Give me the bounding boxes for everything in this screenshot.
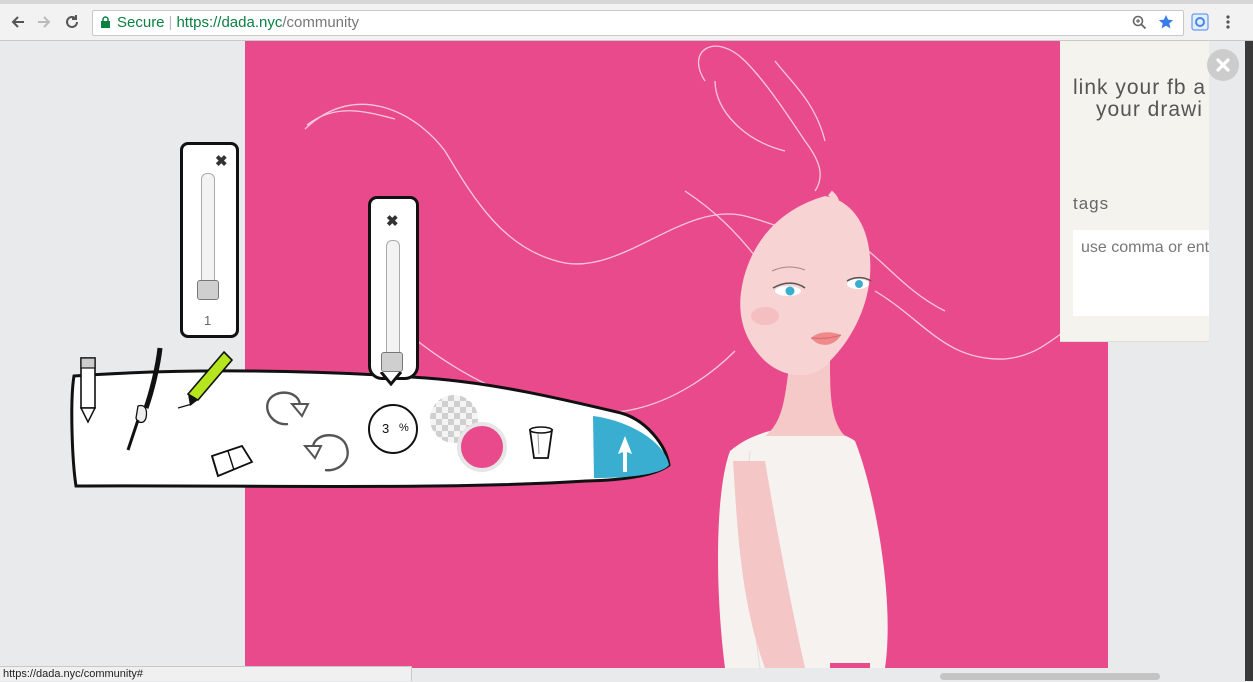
address-bar[interactable]: Secure | https://dada.nyc/community [92, 10, 1184, 36]
horizontal-scrollbar[interactable] [940, 673, 1160, 680]
close-icon [1216, 58, 1230, 72]
brush-size-popup: ✖ 1 [180, 142, 239, 338]
share-side-panel: link your fb a your drawi tags use comma… [1060, 41, 1209, 342]
eraser-tool-icon[interactable] [202, 440, 256, 480]
opacity-unit: % [399, 422, 409, 434]
tags-placeholder: use comma or ent [1081, 239, 1209, 256]
extension-button[interactable] [1188, 10, 1212, 34]
url-path: /community [282, 14, 360, 31]
tags-label: tags [1073, 194, 1110, 213]
trash-icon[interactable] [526, 424, 556, 462]
tags-input[interactable]: use comma or ent [1073, 230, 1209, 316]
redo-icon[interactable] [262, 384, 314, 428]
marker-tool-icon[interactable] [176, 348, 236, 412]
opacity-knob[interactable] [381, 351, 403, 372]
reload-button[interactable] [60, 10, 84, 34]
bookmark-star-icon[interactable] [1158, 14, 1174, 30]
url-text: Secure | https://dada.nyc/community [117, 14, 360, 31]
undo-icon[interactable] [303, 428, 353, 474]
zoom-icon[interactable] [1132, 15, 1147, 30]
close-panel-button[interactable] [1207, 49, 1239, 81]
back-button[interactable] [6, 10, 30, 34]
forward-arrow-icon [38, 16, 51, 28]
lock-icon [101, 16, 110, 28]
paintbrush-tool-icon[interactable] [122, 346, 166, 452]
brush-size-value: 1 [204, 313, 212, 328]
forward-button[interactable] [32, 10, 56, 34]
submit-arrow-icon[interactable] [612, 434, 638, 474]
reload-icon [66, 15, 78, 28]
browser-toolbar: Secure | https://dada.nyc/community [0, 4, 1253, 41]
link-fb-line1: link your fb a [1073, 76, 1207, 99]
brush-size-knob[interactable] [197, 279, 219, 300]
opacity-dial[interactable]: 3 % [368, 404, 418, 454]
close-icon[interactable]: ✖ [215, 152, 228, 170]
link-fb-text: link your fb a your drawi [1073, 77, 1209, 121]
browser-menu-button[interactable] [1216, 10, 1240, 34]
link-fb-line2: your drawi [1096, 98, 1203, 121]
status-bar: https://dada.nyc/community# [0, 666, 412, 681]
opacity-slider[interactable] [386, 240, 400, 370]
brush-size-slider[interactable] [201, 173, 215, 297]
extension-icon [1191, 13, 1209, 31]
opacity-popup-pointer [380, 372, 402, 386]
back-arrow-icon [11, 16, 24, 28]
pencil-tool-icon[interactable] [76, 352, 102, 424]
opacity-popup: ✖ [368, 196, 419, 380]
opacity-value: 3 [382, 421, 390, 436]
secure-label: Secure [117, 14, 165, 31]
kebab-menu-icon [1226, 15, 1230, 29]
window-edge [1245, 41, 1253, 681]
current-color-swatch[interactable] [457, 422, 507, 472]
close-icon[interactable]: ✖ [386, 212, 399, 230]
url-host: https://dada.nyc [176, 14, 283, 31]
